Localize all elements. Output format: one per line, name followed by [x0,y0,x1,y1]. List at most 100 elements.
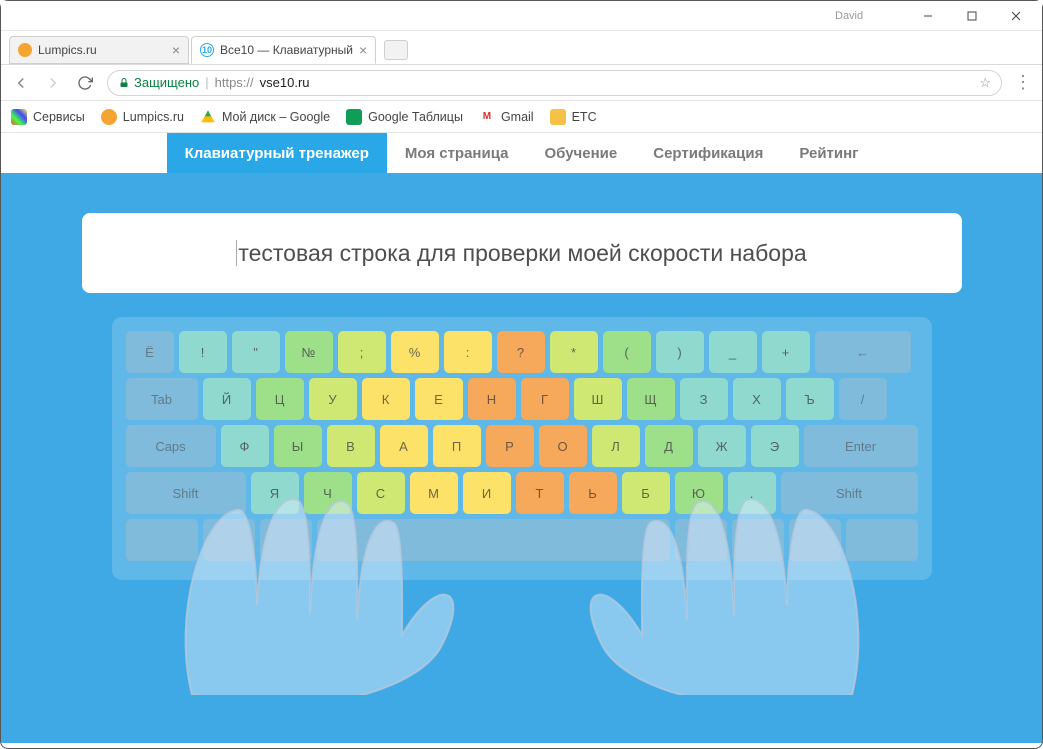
favicon-icon: 10 [200,43,214,57]
new-tab-button[interactable] [384,40,408,60]
key[interactable]: Ш [574,378,622,420]
nav-item-trainer[interactable]: Клавиатурный тренажер [167,133,387,173]
key[interactable]: Ц [256,378,304,420]
bookmark-label: Gmail [501,110,534,124]
browser-tab[interactable]: Lumpics.ru × [9,36,189,64]
key-alt[interactable] [260,519,312,561]
key[interactable]: Ь [569,472,617,514]
tab-close-icon[interactable]: × [166,42,180,58]
url-scheme: https:// [215,75,254,90]
key[interactable]: ( [603,331,651,373]
bookmark-item[interactable]: ETC [550,109,597,125]
key[interactable]: . [728,472,776,514]
key[interactable]: О [539,425,587,467]
bookmark-item[interactable]: Lumpics.ru [101,109,184,125]
key[interactable]: / [839,378,887,420]
key[interactable]: * [550,331,598,373]
key-alt[interactable] [675,519,727,561]
key[interactable]: Э [751,425,799,467]
apps-shortcut[interactable]: Сервисы [11,109,85,125]
key[interactable]: Щ [627,378,675,420]
key[interactable]: ! [179,331,227,373]
typing-input[interactable]: тестовая строка для проверки моей скорос… [82,213,962,293]
key-shift[interactable]: Shift [781,472,918,514]
key[interactable]: М [410,472,458,514]
key[interactable]: Х [733,378,781,420]
key-ctrl[interactable] [126,519,198,561]
key[interactable]: Ъ [786,378,834,420]
key[interactable]: Ю [675,472,723,514]
key[interactable]: Ы [274,425,322,467]
key-menu[interactable] [789,519,841,561]
key[interactable]: _ [709,331,757,373]
tab-label: Все10 — Клавиатурный [220,43,353,57]
key[interactable]: ) [656,331,704,373]
key[interactable]: Р [486,425,534,467]
key[interactable]: Н [468,378,516,420]
key[interactable]: ? [497,331,545,373]
key[interactable]: Ф [221,425,269,467]
key[interactable]: : [444,331,492,373]
key[interactable]: Д [645,425,693,467]
bookmark-star-icon[interactable]: ☆ [979,75,991,91]
key-caps[interactable]: Caps [126,425,216,467]
back-button[interactable] [11,73,31,93]
key[interactable]: Й [203,378,251,420]
bookmarks-bar: Сервисы Lumpics.ru Мой диск – Google Goo… [1,101,1042,133]
key[interactable]: + [762,331,810,373]
tab-label: Lumpics.ru [38,43,97,57]
reload-button[interactable] [75,73,95,93]
bookmark-item[interactable]: Google Таблицы [346,109,463,125]
key[interactable]: В [327,425,375,467]
key[interactable]: Ч [304,472,352,514]
tab-close-icon[interactable]: × [353,42,367,58]
window-maximize-button[interactable] [950,2,994,30]
key[interactable]: А [380,425,428,467]
browser-tab[interactable]: 10 Все10 — Клавиатурный × [191,36,376,64]
virtual-keyboard: Ё!"№;%:?*()_+← TabЙЦУКЕНГШЩЗХЪ/ CapsФЫВА… [112,317,932,580]
key[interactable]: Е [415,378,463,420]
key-shift[interactable]: Shift [126,472,246,514]
nav-label: Сертификация [653,145,763,162]
nav-item-learning[interactable]: Обучение [526,133,635,173]
bookmark-item[interactable]: Мой диск – Google [200,109,330,125]
key[interactable]: У [309,378,357,420]
key-enter[interactable]: Enter [804,425,918,467]
key-space[interactable] [317,519,670,561]
hero-area: тестовая строка для проверки моей скорос… [1,173,1042,743]
key[interactable]: Ж [698,425,746,467]
bookmark-favicon-icon: M [479,109,495,125]
key-win[interactable] [203,519,255,561]
window-close-button[interactable] [994,2,1038,30]
key-tab[interactable]: Tab [126,378,198,420]
key[interactable]: Л [592,425,640,467]
forward-button[interactable] [43,73,63,93]
nav-item-certification[interactable]: Сертификация [635,133,781,173]
browser-menu-button[interactable]: ⋮ [1014,72,1032,93]
nav-item-mypage[interactable]: Моя страница [387,133,527,173]
key[interactable]: № [285,331,333,373]
key[interactable]: " [232,331,280,373]
key[interactable]: % [391,331,439,373]
key[interactable]: И [463,472,511,514]
site-nav: Клавиатурный тренажер Моя страница Обуче… [1,133,1042,173]
key[interactable]: С [357,472,405,514]
key[interactable]: Ё [126,331,174,373]
window-minimize-button[interactable] [906,2,950,30]
secure-label: Защищено [134,75,199,90]
key[interactable]: ← [815,331,911,373]
key[interactable]: Б [622,472,670,514]
url-input[interactable]: Защищено | https://vse10.ru ☆ [107,70,1002,96]
key-win[interactable] [732,519,784,561]
nav-item-rating[interactable]: Рейтинг [781,133,876,173]
bookmark-item[interactable]: M Gmail [479,109,534,125]
key-ctrl[interactable] [846,519,918,561]
bookmark-favicon-icon [200,109,216,125]
key[interactable]: П [433,425,481,467]
key[interactable]: ; [338,331,386,373]
key[interactable]: Я [251,472,299,514]
key[interactable]: К [362,378,410,420]
key[interactable]: Г [521,378,569,420]
key[interactable]: З [680,378,728,420]
key[interactable]: Т [516,472,564,514]
